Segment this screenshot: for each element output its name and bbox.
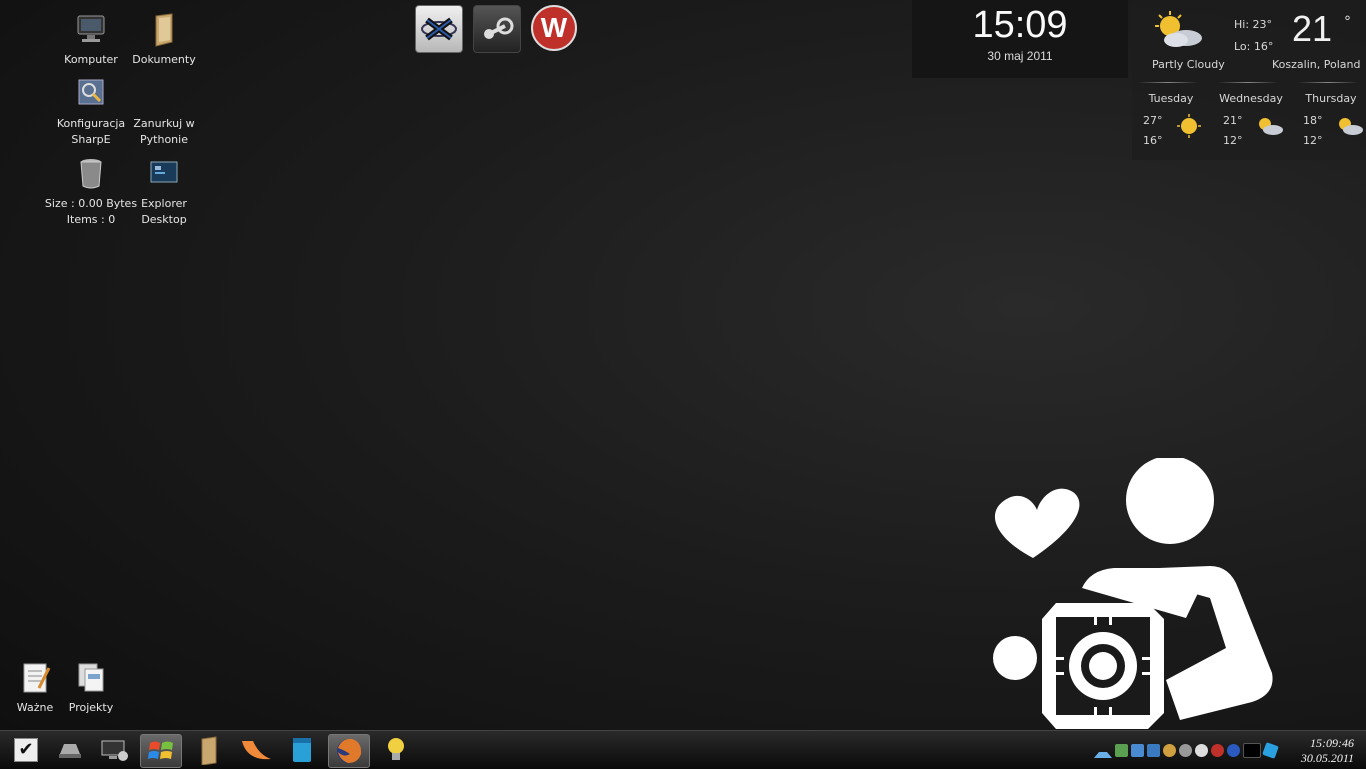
taskbar-item-lightbulb[interactable] [376,734,416,766]
weather-low: Lo: 16° [1234,40,1274,53]
weather-degree-symbol: ° [1344,14,1351,30]
wallpaper-companion-cube-art [990,456,1280,730]
steam-tray-icon[interactable] [1195,744,1208,757]
system-tray [1094,742,1279,759]
w-app-glyph: W [540,12,568,43]
w-app-icon: W [531,5,577,51]
taskbar-clock-date: 30.05.2011 [1300,751,1354,765]
globe-icon[interactable] [1163,744,1176,757]
weather-current-temp: 21 [1292,8,1333,49]
windows-start-icon [148,741,173,759]
firefox-icon [337,738,362,763]
weather-divider [1298,82,1358,83]
desktop-icon-projekty[interactable]: Projekty [53,660,129,716]
partly-cloudy-icon [1254,114,1284,138]
desktop-icon-label: Komputer [64,53,118,66]
taskbar-item-drive[interactable] [50,734,90,766]
desktop-icon-komputer[interactable]: Komputer [53,12,129,68]
computer-icon [73,12,109,48]
taskbar-item-windows-start[interactable] [140,734,182,768]
forecast-day: Tuesday 27° 16° [1132,92,1210,147]
weather-divider [1138,82,1198,83]
desktop-icon-label: Zanurkuj w Pythonie [133,117,195,146]
folder-icon [201,736,217,765]
w-app-dock-item[interactable]: W [531,5,577,51]
forecast-day: Thursday 18° 12° [1292,92,1366,147]
disk-icon[interactable] [1179,744,1192,757]
taskbar-item-computer-settings[interactable] [94,734,134,766]
diamond-icon[interactable] [1262,742,1279,759]
taskbar-item-firefox[interactable] [328,734,370,768]
desktop-icon-konfiguracja-sharpe[interactable]: Konfiguracja SharpE [53,76,129,148]
taskbar-clock[interactable]: 15:09:46 30.05.2011 [1301,736,1354,766]
partly-cloudy-icon [1334,114,1364,138]
dropbox-icon[interactable] [1147,744,1160,757]
forecast-high: 27° [1143,114,1163,127]
weather-location: Koszalin, Poland [1272,58,1361,71]
terminal-icon[interactable] [1243,743,1261,758]
notepad-icon [17,660,53,696]
recycle-bin-icon [73,156,109,192]
weather-condition: Partly Cloudy [1152,58,1225,71]
steam-dock-item[interactable] [473,5,521,53]
documents-folder-icon [146,12,182,48]
projects-files-icon [73,660,109,696]
forecast-low: 12° [1223,134,1243,147]
clock-widget: 15:09 30 maj 2011 [912,0,1128,78]
forecast-day-name: Thursday [1305,92,1357,105]
taskbar-item-orange[interactable] [236,734,276,766]
forecast-high: 21° [1223,114,1243,127]
desktop-icon-label: Konfiguracja SharpE [56,117,126,146]
orange-slice-icon [242,741,271,760]
partly-cloudy-icon [1146,10,1206,50]
monitor-icon[interactable] [1131,744,1144,757]
desktop-icon-dokumenty[interactable]: Dokumenty [126,12,202,68]
computer-settings-icon [101,740,128,761]
drive-icon [59,744,81,758]
desktop: Komputer Dokumenty Konfiguracja SharpE Z… [0,0,1366,730]
lightbulb-icon [388,738,404,760]
taskbar-item-folder[interactable] [190,734,230,766]
forecast-high: 18° [1303,114,1323,127]
forecast-day-name: Tuesday [1148,92,1194,105]
desktop-icon-zanurkuj-w-pythonie[interactable]: Zanurkuj w Pythonie [126,76,202,148]
clock-date: 30 maj 2011 [987,49,1053,63]
forecast-low: 12° [1303,134,1323,147]
explorer-desktop-icon [146,156,182,192]
desktop-icon-label: Explorer Desktop [141,197,187,226]
desktop-icon-label: Projekty [68,701,114,714]
network-icon[interactable] [1115,744,1128,757]
forecast-day-name: Wednesday [1219,92,1283,105]
xfire-dock-item[interactable] [415,5,463,53]
notebook-icon [293,738,311,762]
weather-widget: Hi: 23° Lo: 16° 21 ° Partly Cloudy Kosza… [1132,0,1366,160]
arrow-up-icon[interactable] [1094,744,1112,758]
weather-divider [1218,82,1278,83]
weather-high: Hi: 23° [1234,18,1273,31]
xfire-icon [421,17,457,41]
forecast-low: 16° [1143,134,1163,147]
desktop-icon-explorer-desktop[interactable]: Explorer Desktop [126,156,202,228]
desktop-icon-label: Dokumenty [132,53,196,66]
steam-icon [484,17,514,39]
taskbar-item-checkmark[interactable]: ✔ [6,734,46,766]
top-dock: W [415,5,577,53]
flash-icon[interactable] [1227,744,1240,757]
checkmark-icon: ✔ [14,738,38,762]
taskbar-clock-time: 15:09:46 [1310,736,1354,750]
taskbar: ✔ 15:09:46 30.05.2011 [0,730,1366,769]
sharpe-config-icon [73,76,109,112]
forecast-day: Wednesday 21° 12° [1212,92,1290,147]
taskbar-item-notebook[interactable] [282,734,322,766]
w-tray-icon[interactable] [1211,744,1224,757]
sunny-icon [1174,114,1204,138]
clock-time: 15:09 [972,4,1068,46]
